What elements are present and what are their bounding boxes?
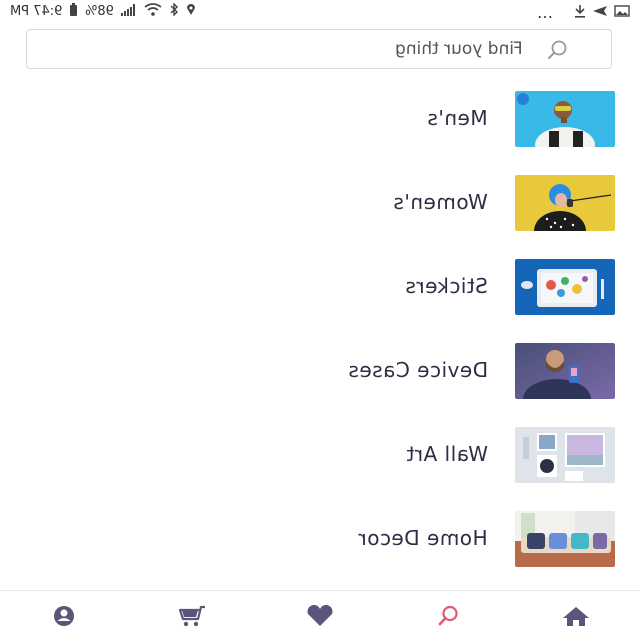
status-right: … [537,3,630,22]
category-item-home-decor[interactable]: Home Decor [0,504,640,588]
wall-art-thumbnail [515,427,615,483]
category-label-wrap: Wall Art [406,442,488,466]
category-item-device-cases[interactable]: Device Cases [0,336,640,420]
search-icon [547,39,569,61]
category-label: Stickers [405,274,488,298]
category-label: Home Decor [358,526,488,550]
status-bar: 9:47 PM 98% … [0,0,640,24]
category-label: Wall Art [406,442,488,466]
category-label: Women's [393,190,488,214]
stickers-thumbnail [515,259,615,315]
account-icon[interactable] [49,605,79,627]
category-item-wall-art[interactable]: Wall Art [0,420,640,504]
category-label-wrap: Home Decor [358,526,488,550]
search-placeholder: Find your thing [395,39,523,59]
category-label-wrap: Men's [427,106,488,130]
category-label: Men's [427,106,488,130]
status-time: 9:47 PM [10,4,63,19]
home-icon[interactable] [561,605,591,627]
category-list: Men's Women's Stickers Device Cases Wall… [0,84,640,588]
category-label-wrap: Device Cases [348,358,488,382]
signal-icon [121,3,137,20]
cart-icon[interactable] [177,605,207,627]
mens-thumbnail [515,91,615,147]
wifi-icon [144,3,162,20]
location-icon [186,3,196,20]
bottom-nav [0,590,640,641]
category-item-mens[interactable]: Men's [0,84,640,168]
battery-percent: 98% [85,4,115,19]
category-label: Device Cases [347,358,488,382]
status-left: 9:47 PM 98% [10,2,196,20]
category-item-womens[interactable]: Women's [0,168,640,252]
device-cases-thumbnail [515,343,615,399]
battery-icon [69,3,78,20]
search-input[interactable]: Find your thing [26,29,612,69]
bluetooth-icon [169,2,179,20]
category-label-wrap: Stickers [405,274,488,298]
send-icon [592,5,608,21]
download-icon [574,4,586,22]
category-item-stickers[interactable]: Stickers [0,252,640,336]
image-icon [614,4,630,21]
heart-icon[interactable] [305,605,335,627]
category-label-wrap: Women's [393,190,488,214]
home-decor-thumbnail [515,511,615,567]
search-nav-icon[interactable] [433,605,463,627]
more-dots: … [537,3,554,22]
womens-thumbnail [515,175,615,231]
